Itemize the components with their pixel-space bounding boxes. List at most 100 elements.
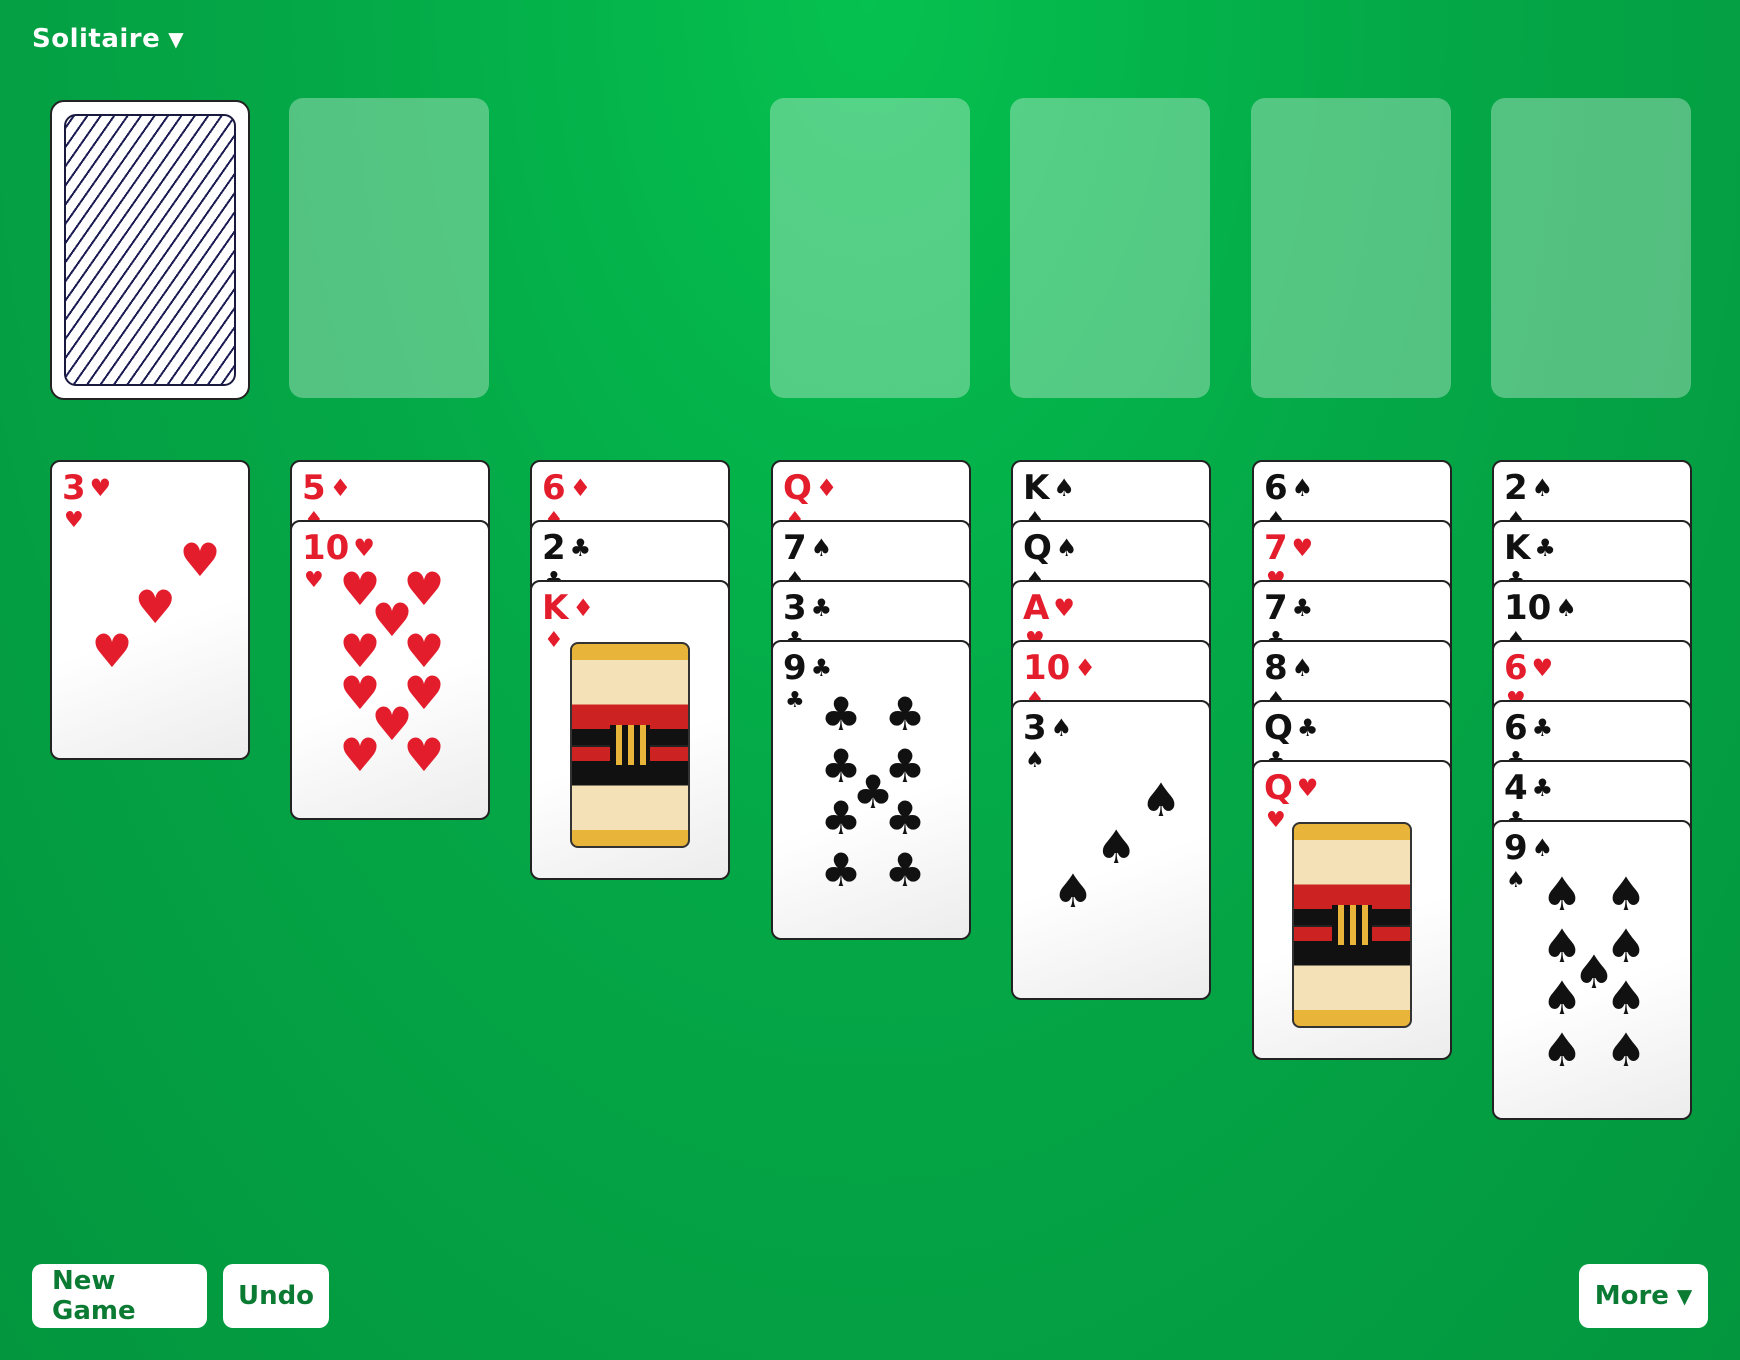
card-corner: Q ♥: [1264, 768, 1318, 808]
undo-button[interactable]: Undo: [223, 1264, 329, 1328]
stock-pile[interactable]: [50, 100, 250, 400]
card-suit-icon: ♣: [1296, 714, 1319, 742]
card-suit-icon: ♠: [1506, 868, 1526, 893]
card-corner: 5 ♦: [302, 468, 351, 508]
card-corner: 6 ♠: [1264, 468, 1313, 508]
card-pip-icon: ♣: [820, 687, 862, 741]
card-rank: 3: [1023, 708, 1047, 748]
card-pip-icon: ♠: [1140, 773, 1182, 827]
face-card-art: [1292, 822, 1412, 1028]
foundation-1[interactable]: [770, 98, 970, 398]
card-corner: 3 ♠: [1023, 708, 1072, 748]
card-pip-icon: ♠: [1605, 1023, 1647, 1077]
card-suit-icon: ♠: [1055, 534, 1078, 562]
card-suit-icon: ♦: [544, 628, 564, 653]
card-corner: 7 ♣: [1264, 588, 1313, 628]
card-corner: Q ♠: [1023, 528, 1077, 568]
card-pip-icon: ♠: [1541, 1023, 1583, 1077]
card-suit-icon: ♦: [1074, 654, 1096, 682]
card-suit-icon: ♣: [785, 688, 805, 713]
card-suit-icon: ♠: [1291, 654, 1314, 682]
card-suit-icon: ♥: [304, 568, 324, 593]
card-pip-icon: ♠: [1605, 971, 1647, 1025]
card[interactable]: K ♦ ♦: [530, 580, 730, 880]
card-rank: 10: [1504, 588, 1552, 628]
card[interactable]: 10 ♥ ♥ ♥ ♥ ♥ ♥ ♥ ♥ ♥ ♥ ♥ ♥: [290, 520, 490, 820]
card-rank: 2: [1504, 468, 1528, 508]
card-corner: 3 ♣: [783, 588, 832, 628]
card-rank: Q: [1264, 708, 1293, 748]
card-suit-icon: ♥: [1053, 594, 1075, 622]
card-pip-icon: ♥: [134, 579, 176, 634]
foundation-4[interactable]: [1491, 98, 1691, 398]
card-rank: Q: [783, 468, 812, 508]
card-corner: 2 ♣: [542, 528, 591, 568]
card-pip-icon: ♥: [403, 728, 445, 783]
card-rank: 10: [1023, 648, 1071, 688]
card-rank: K: [1023, 468, 1050, 508]
card-pip-icon: ♠: [1605, 867, 1647, 921]
card-suit-icon: ♠: [1053, 474, 1075, 502]
card-back: [64, 114, 236, 386]
waste-pile[interactable]: [289, 98, 489, 398]
card[interactable]: 3 ♥ ♥ ♥ ♥ ♥: [50, 460, 250, 760]
card-rank: 6: [542, 468, 566, 508]
card-pip-icon: ♣: [884, 687, 926, 741]
card-corner: 10 ♠: [1504, 588, 1577, 628]
foundation-2[interactable]: [1010, 98, 1210, 398]
card-corner: 6 ♥: [1504, 648, 1553, 688]
card-rank: 2: [542, 528, 566, 568]
card-pip-icon: ♠: [1541, 971, 1583, 1025]
card-suit-icon: ♦: [569, 474, 592, 502]
card-suit-icon: ♣: [1531, 714, 1554, 742]
card-pip-icon: ♣: [884, 791, 926, 845]
card-suit-icon: ♣: [810, 654, 833, 682]
card-suit-icon: ♥: [1291, 534, 1314, 562]
card-suit-icon: ♦: [329, 474, 352, 502]
card-suit-icon: ♣: [569, 534, 592, 562]
more-button[interactable]: More ▼: [1579, 1264, 1708, 1328]
card[interactable]: 9 ♣ ♣ ♣ ♣ ♣ ♣ ♣ ♣ ♣ ♣ ♣: [771, 640, 971, 940]
card[interactable]: Q ♥ ♥: [1252, 760, 1452, 1060]
card-rank: K: [1504, 528, 1531, 568]
card-pip-icon: ♣: [820, 791, 862, 845]
card-rank: 7: [783, 528, 807, 568]
card-pip-icon: ♥: [179, 533, 221, 587]
card[interactable]: 3 ♠ ♠ ♠ ♠ ♠: [1011, 700, 1211, 1000]
card-rank: 5: [302, 468, 326, 508]
card[interactable]: 9 ♠ ♠ ♠ ♠ ♠ ♠ ♠ ♠ ♠ ♠ ♠: [1492, 820, 1692, 1120]
card-suit-icon: ♥: [89, 474, 112, 502]
card-corner: 7 ♥: [1264, 528, 1313, 568]
card-corner: Q ♣: [1264, 708, 1318, 748]
game-menu-button[interactable]: Solitaire ▼: [32, 24, 184, 54]
card-rank: Q: [1023, 528, 1052, 568]
card-suit-icon: ♥: [1531, 654, 1554, 682]
new-game-button[interactable]: New Game: [32, 1264, 207, 1328]
foundation-3[interactable]: [1251, 98, 1451, 398]
card-rank: 3: [62, 468, 86, 508]
card-corner: 2 ♠: [1504, 468, 1553, 508]
card-corner: 3 ♥: [62, 468, 111, 508]
more-label: More: [1594, 1281, 1669, 1311]
card-suit-icon: ♠: [1531, 834, 1554, 862]
card-suit-icon: ♣: [810, 594, 833, 622]
card-suit-icon: ♦: [815, 474, 838, 502]
card-rank: 9: [1504, 828, 1528, 868]
card-rank: 9: [783, 648, 807, 688]
card-pip-icon: ♥: [339, 728, 381, 783]
card-rank: K: [542, 588, 569, 628]
card-corner: 6 ♣: [1504, 708, 1553, 748]
chevron-down-icon: ▼: [1676, 1284, 1693, 1308]
card-rank: 6: [1504, 648, 1528, 688]
card-suit-icon: ♣: [1291, 594, 1314, 622]
card-corner: 8 ♠: [1264, 648, 1313, 688]
card-corner: K ♦: [542, 588, 594, 628]
card-rank: 6: [1264, 468, 1288, 508]
card-corner: 6 ♦: [542, 468, 591, 508]
card-corner: 4 ♣: [1504, 768, 1553, 808]
card-corner: 7 ♠: [783, 528, 832, 568]
card-suit-icon: ♣: [1534, 534, 1556, 562]
card-rank: 3: [783, 588, 807, 628]
card-corner: Q ♦: [783, 468, 837, 508]
card-corner: A ♥: [1023, 588, 1075, 628]
